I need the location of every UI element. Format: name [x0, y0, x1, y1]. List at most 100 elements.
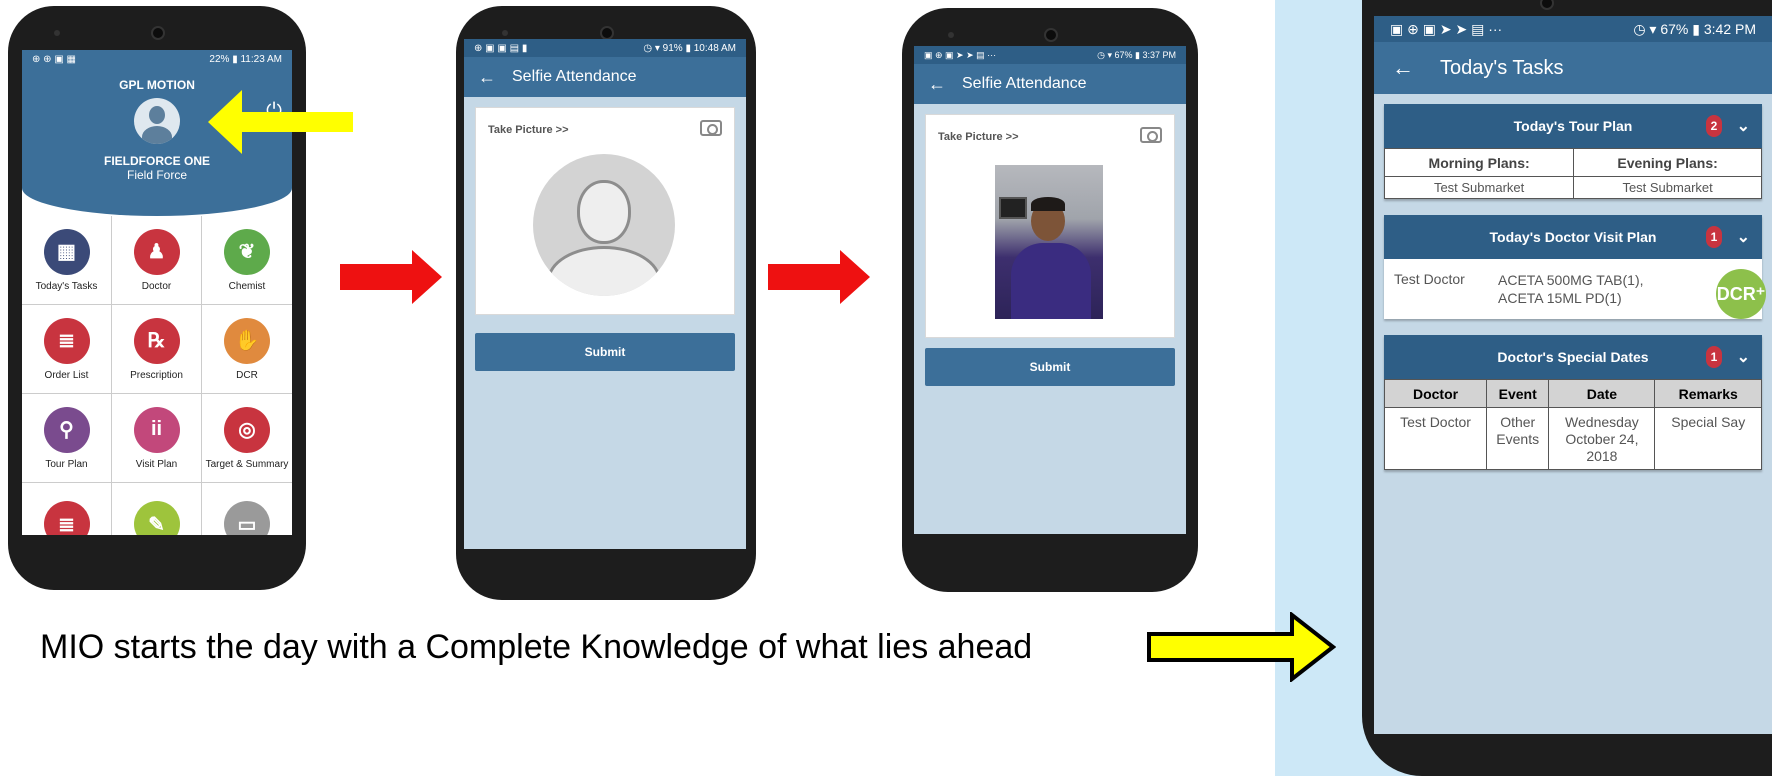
take-picture-link[interactable]: Take Picture >>: [938, 131, 1019, 143]
special-dates-badge: 1: [1706, 346, 1722, 368]
battery-level: 67%: [1114, 49, 1133, 60]
phone-selfie-empty: ⊕ ▣ ▣ ▤ ▮ ◷ ▾ 91% ▮ 10:48 AM ← Selfie At…: [456, 6, 756, 600]
camera-icon[interactable]: [700, 120, 722, 136]
status-time: 11:23 AM: [240, 53, 282, 65]
back-arrow-icon[interactable]: ←: [1392, 55, 1440, 81]
status-icons: ▣ ⊕ ▣ ➤ ➤ ▤ ···: [924, 49, 997, 60]
yellow-arrow-right-shape: [1147, 612, 1336, 682]
avatar[interactable]: [134, 98, 180, 144]
presentation-icon: ▭: [224, 501, 270, 535]
selfie-card: Take Picture >>: [925, 114, 1175, 338]
user-role: Field Force: [126, 168, 188, 182]
menu-tile[interactable]: ▭: [202, 483, 292, 535]
submit-button[interactable]: Submit: [475, 333, 735, 371]
menu-tile[interactable]: ✎: [112, 483, 202, 535]
menu-grid: ▦ Today's Tasks ♟ Doctor ❦ Chemist ≣ Order List…: [22, 216, 292, 535]
status-time: 3:37 PM: [1142, 49, 1176, 60]
battery-level: 91%: [662, 42, 683, 54]
special-dates-title: Doctor's Special Dates: [1497, 349, 1649, 365]
menu-tile[interactable]: ◎ Target & Summary: [202, 394, 292, 483]
app-bar: ← Today's Tasks: [1374, 42, 1772, 94]
visit-plan-row[interactable]: Test Doctor ACETA 500MG TAB(1), ACETA 15…: [1384, 259, 1766, 319]
menu-tile[interactable]: ❦ Chemist: [202, 216, 292, 305]
doctor-icon: ♟: [133, 228, 180, 275]
product-line: ACETA 15ML PD(1): [1498, 290, 1622, 306]
status-time: 3:42 PM: [1703, 20, 1756, 37]
visit-plan-badge: 1: [1706, 226, 1722, 248]
menu-tile[interactable]: ℞ Prescription: [112, 305, 202, 394]
placeholder-avatar-icon: [533, 154, 675, 296]
menu-tile[interactable]: ≣ Order List: [22, 305, 112, 394]
products: ACETA 500MG TAB(1), ACETA 15ML PD(1): [1498, 271, 1644, 307]
chevron-down-icon[interactable]: ⌄: [1737, 116, 1750, 136]
yellow-arrow-left: [208, 90, 353, 154]
screen-title: Selfie Attendance: [512, 68, 637, 85]
special-dates-table: Doctor Event Date Remarks Test Doctor Ot…: [1383, 379, 1762, 470]
status-bar: ▣ ⊕ ▣ ➤ ➤ ▤ ··· ◷ ▾ 67% ▮ 3:37 PM: [914, 46, 1186, 64]
battery-level: 22%: [209, 53, 230, 65]
menu-tile-label: Today's Tasks: [35, 280, 98, 292]
dcr-icon: ✋: [224, 317, 270, 364]
red-arrow-1-shape: [340, 250, 442, 304]
take-picture-link[interactable]: Take Picture >>: [488, 124, 569, 136]
column-header: Date: [1548, 379, 1656, 408]
column-header: Remarks: [1654, 379, 1762, 408]
tour-plan-badge: 2: [1706, 115, 1722, 137]
battery-level: 67%: [1660, 20, 1689, 37]
tour-plan-table: Morning Plans: Evening Plans: Test Subma…: [1383, 148, 1762, 199]
column-header: Evening Plans:: [1573, 148, 1762, 177]
doctor-cell: Test Doctor: [1383, 407, 1488, 470]
menu-tile-label: Chemist: [228, 280, 266, 292]
phone-selfie-taken: ▣ ⊕ ▣ ➤ ➤ ▤ ··· ◷ ▾ 67% ▮ 3:37 PM ← Self…: [902, 8, 1198, 592]
special-dates-section: Doctor's Special Dates 1 ⌄ Doctor Event …: [1383, 335, 1762, 470]
menu-tile-label: DCR: [236, 369, 258, 381]
menu-tile-label: Tour Plan: [45, 458, 88, 470]
menu-tile[interactable]: ii Visit Plan: [112, 394, 202, 483]
visit-plan-section: Today's Doctor Visit Plan 1 ⌄ Test Docto…: [1384, 215, 1766, 319]
back-arrow-icon[interactable]: ←: [478, 67, 512, 88]
red-arrow-1: [340, 250, 442, 304]
red-arrow-2-shape: [768, 250, 870, 304]
column-header: Morning Plans:: [1383, 148, 1575, 177]
mortar-icon: ❦: [224, 228, 270, 275]
visit-plan-icon: ii: [133, 406, 180, 453]
menu-tile-label: Target & Summary: [205, 458, 289, 470]
back-arrow-icon[interactable]: ←: [928, 74, 962, 95]
camera-icon[interactable]: [1140, 127, 1162, 143]
list-icon: ≣: [43, 501, 90, 535]
screen-title: Selfie Attendance: [962, 75, 1087, 92]
menu-tile[interactable]: ♟ Doctor: [112, 216, 202, 305]
yellow-arrow-left-shape: [208, 90, 353, 154]
red-arrow-2: [768, 250, 870, 304]
menu-tile-label: Visit Plan: [135, 458, 178, 470]
chevron-down-icon[interactable]: ⌄: [1737, 347, 1750, 367]
menu-tile[interactable]: ▦ Today's Tasks: [22, 216, 112, 305]
tour-plan-header[interactable]: Today's Tour Plan 2 ⌄: [1384, 104, 1762, 148]
todays-tasks-screen: ▣ ⊕ ▣ ➤ ➤ ▤ ··· ◷ ▾ 67% ▮ 3:42 PM ← Toda…: [1374, 16, 1772, 734]
menu-tile-label: Order List: [44, 369, 89, 381]
menu-tile[interactable]: ≣: [22, 483, 112, 535]
chevron-down-icon[interactable]: ⌄: [1737, 227, 1750, 247]
user-name: FIELDFORCE ONE: [103, 154, 210, 168]
special-dates-header[interactable]: Doctor's Special Dates 1 ⌄: [1384, 335, 1762, 379]
menu-tile[interactable]: ⚲ Tour Plan: [22, 394, 112, 483]
product-line: ACETA 500MG TAB(1),: [1498, 272, 1644, 288]
dcr-button[interactable]: DCR⁺: [1716, 269, 1766, 319]
status-time: 10:48 AM: [693, 42, 736, 54]
order-list-icon: ≣: [43, 317, 90, 364]
status-icons: ⊕ ⊕ ▣ ▦: [32, 53, 76, 65]
map-pin-icon: ⚲: [43, 406, 90, 453]
visit-plan-header[interactable]: Today's Doctor Visit Plan 1 ⌄: [1384, 215, 1762, 259]
status-icons: ⊕ ▣ ▣ ▤ ▮: [474, 42, 528, 54]
column-header: Event: [1486, 379, 1550, 408]
menu-tile[interactable]: ✋ DCR: [202, 305, 292, 394]
selfie-card: Take Picture >>: [475, 107, 735, 315]
app-bar: ← Selfie Attendance: [914, 64, 1186, 104]
app-bar: ← Selfie Attendance: [464, 57, 746, 97]
visit-plan-title: Today's Doctor Visit Plan: [1489, 229, 1657, 245]
status-icons: ▣ ⊕ ▣ ➤ ➤ ▤ ···: [1390, 20, 1503, 37]
submit-button[interactable]: Submit: [925, 348, 1175, 386]
yellow-arrow-right: [1147, 612, 1336, 682]
menu-tile-label: Doctor: [141, 280, 172, 292]
selfie-photo: [995, 165, 1103, 319]
